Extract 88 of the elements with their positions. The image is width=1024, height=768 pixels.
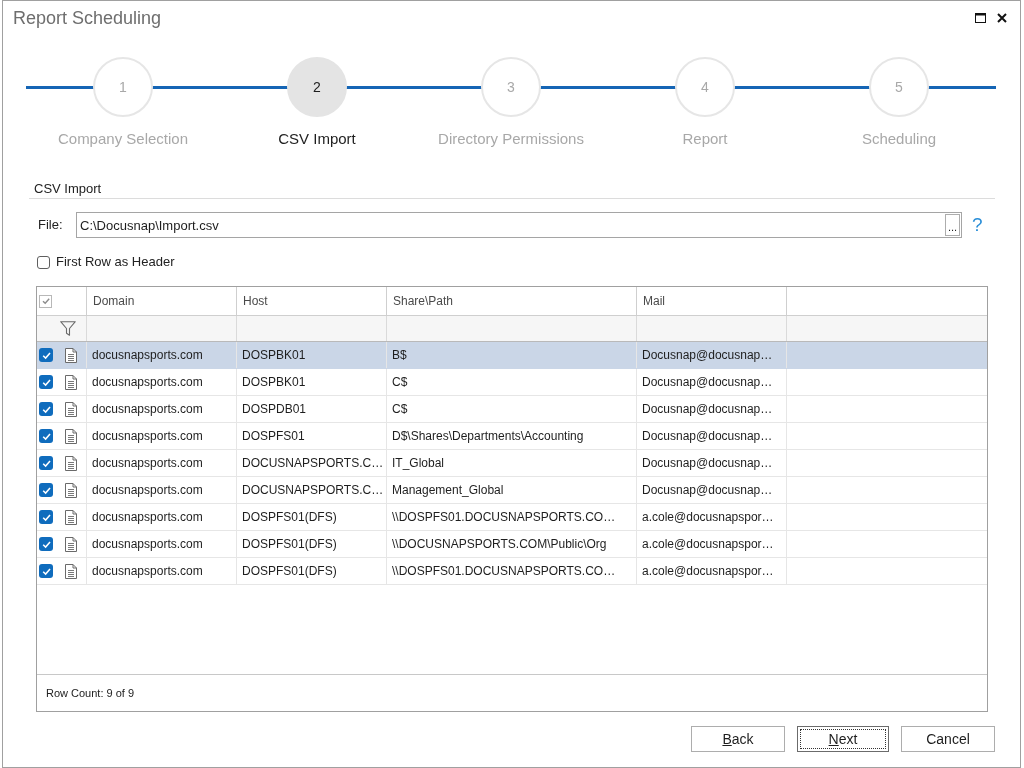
table-row[interactable]: docusnapsports.com DOSPFS01(DFS) \\DOCUSNAPSPORTS.COM\Public\Org a.cole@docusnapspor… [37, 531, 987, 558]
table-cell-text: IT_Global [392, 455, 445, 472]
maximize-icon[interactable] [975, 13, 986, 23]
table-row[interactable]: docusnapsports.com DOSPBK01 B$ Docusnap@docusnap… [37, 342, 987, 369]
table-cell-text: Docusnap@docusnap… [642, 482, 773, 499]
section-title: CSV Import [34, 181, 102, 196]
table-cell-text: B$ [392, 347, 407, 364]
step-label: Company Selection [57, 129, 189, 149]
document-icon [65, 347, 77, 363]
table-row[interactable]: docusnapsports.com DOSPFS01(DFS) \\DOSPFS01.DOCUSNAPSPORTS.CO… a.cole@docusnapspor… [37, 558, 987, 585]
table-row[interactable]: docusnapsports.com DOSPFS01 D$\Shares\Departments\Accounting Docusnap@docusnap… [37, 423, 987, 450]
table-row[interactable]: docusnapsports.com DOSPBK01 C$ Docusnap@docusnap… [37, 369, 987, 396]
row-checkbox[interactable] [39, 510, 53, 524]
browse-button[interactable]: ... [945, 214, 960, 236]
dialog-button[interactable]: Cancel [901, 726, 995, 752]
table-cell-text: docusnapsports.com [92, 455, 203, 472]
table-cell-text: a.cole@docusnapspor… [642, 563, 774, 580]
table-cell-text: docusnapsports.com [92, 509, 203, 526]
table-cell-text: docusnapsports.com [92, 482, 203, 499]
table-cell-text: Docusnap@docusnap… [642, 455, 773, 472]
table-cell-text: DOSPFS01(DFS) [242, 563, 337, 580]
window-title: Report Scheduling [13, 7, 162, 29]
table-cell-text: D$\Shares\Departments\Accounting [392, 428, 584, 445]
dialog-button[interactable]: Next [797, 726, 889, 752]
table-cell-text: docusnapsports.com [92, 347, 203, 364]
table-cell-text: DOSPBK01 [242, 374, 306, 391]
row-checkbox[interactable] [39, 429, 53, 443]
file-label: File: [38, 216, 64, 235]
table-cell-text: C$ [392, 401, 408, 418]
table-row[interactable]: docusnapsports.com DOCUSNAPSPORTS.C… IT_Global Docusnap@docusnap… [37, 450, 987, 477]
row-checkbox[interactable] [39, 348, 53, 362]
table-cell-text: \\DOSPFS01.DOCUSNAPSPORTS.CO… [392, 563, 616, 580]
table-row[interactable]: docusnapsports.com DOCUSNAPSPORTS.C… Management_Global Docusnap@docusnap… [37, 477, 987, 504]
table-cell-text: DOSPFS01(DFS) [242, 509, 337, 526]
table-cell-text: a.cole@docusnapspor… [642, 509, 774, 526]
table-cell-text: Docusnap@docusnap… [642, 347, 773, 364]
document-icon [65, 482, 77, 498]
row-checkbox[interactable] [39, 456, 53, 470]
table-cell-text: Docusnap@docusnap… [642, 374, 773, 391]
table-cell-text: Docusnap@docusnap… [642, 428, 773, 445]
table-cell-text: docusnapsports.com [92, 374, 203, 391]
row-checkbox[interactable] [39, 375, 53, 389]
table-cell-text: Docusnap@docusnap… [642, 401, 773, 418]
table-cell-text: DOSPFS01 [242, 428, 305, 445]
table-cell-text: DOSPBK01 [242, 347, 306, 364]
table-row[interactable]: docusnapsports.com DOSPFS01(DFS) \\DOSPFS01.DOCUSNAPSPORTS.CO… a.cole@docusnapspor… [37, 504, 987, 531]
column-header[interactable]: Share\Path [393, 292, 454, 310]
table-cell-text: DOCUSNAPSPORTS.C… [242, 455, 384, 472]
document-icon [65, 401, 77, 417]
checkbox-label[interactable]: First Row as Header [56, 252, 175, 272]
table-row[interactable]: docusnapsports.com DOSPDB01 C$ Docusnap@docusnap… [37, 396, 987, 423]
column-header[interactable]: Mail [643, 292, 665, 310]
table-cell-text: a.cole@docusnapspor… [642, 536, 774, 553]
table-cell-text: DOCUSNAPSPORTS.C… [242, 482, 384, 499]
checkbox[interactable] [37, 255, 50, 269]
step-label: Scheduling [861, 129, 937, 149]
step-label: CSV Import [278, 129, 356, 149]
row-checkbox[interactable] [39, 537, 53, 551]
select-all-checkbox[interactable] [39, 294, 52, 308]
table-cell-text: C$ [392, 374, 408, 391]
document-icon [65, 455, 77, 471]
table-cell-text: docusnapsports.com [92, 563, 203, 580]
document-icon [65, 428, 77, 444]
column-header[interactable]: Domain [93, 292, 135, 310]
document-icon [65, 509, 77, 525]
table-cell-text: DOSPFS01(DFS) [242, 536, 337, 553]
step-label: Directory Permissions [438, 129, 584, 149]
column-header[interactable]: Host [243, 292, 268, 310]
table-cell-text: docusnapsports.com [92, 536, 203, 553]
table-cell-text: Management_Global [392, 482, 504, 499]
table-cell-text: \\DOSPFS01.DOCUSNAPSPORTS.CO… [392, 509, 616, 526]
file-path-field[interactable]: C:\Docusnap\Import.csv ... [76, 212, 962, 238]
row-checkbox[interactable] [39, 483, 53, 497]
document-icon [65, 563, 77, 579]
filter-icon[interactable] [60, 321, 76, 336]
help-link[interactable]: ? [972, 214, 983, 236]
row-count-label: Row Count: 9 of 9 [46, 685, 135, 701]
document-icon [65, 536, 77, 552]
row-checkbox[interactable] [39, 402, 53, 416]
table-cell-text: docusnapsports.com [92, 401, 203, 418]
step-label: Report [682, 129, 728, 149]
table-cell-text: DOSPDB01 [242, 401, 307, 418]
dialog-button[interactable]: Back [691, 726, 785, 752]
document-icon [65, 374, 77, 390]
close-icon[interactable] [997, 13, 1007, 23]
table-cell-text: \\DOCUSNAPSPORTS.COM\Public\Org [392, 536, 607, 553]
row-checkbox[interactable] [39, 564, 53, 578]
table-cell-text: docusnapsports.com [92, 428, 203, 445]
